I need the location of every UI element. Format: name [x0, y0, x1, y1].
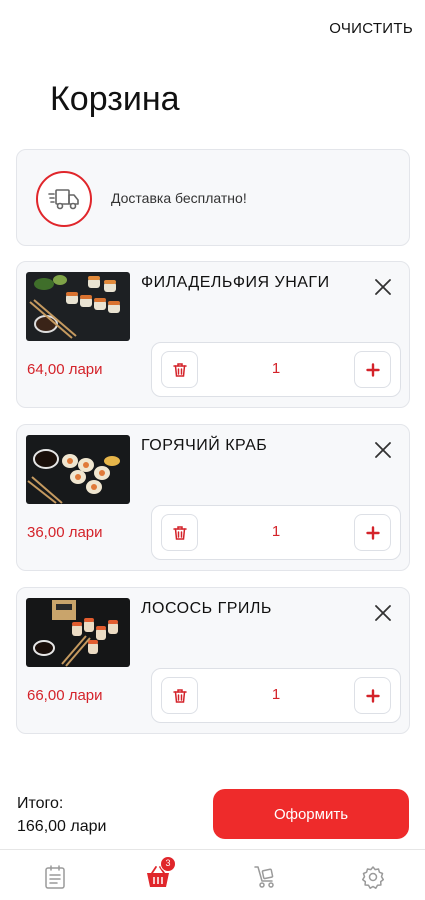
page-title: Корзина [50, 80, 180, 118]
menu-list-icon[interactable] [40, 862, 70, 892]
item-name: ГОРЯЧИЙ КРАБ [141, 437, 268, 454]
cart-item: ЛОСОСЬ ГРИЛЬ 66,00 лари 1 [16, 587, 410, 734]
item-photo [26, 272, 130, 341]
quantity-stepper: 1 [151, 668, 401, 723]
item-name: ЛОСОСЬ ГРИЛЬ [141, 600, 272, 617]
remove-item-icon[interactable] [373, 440, 393, 460]
cart-icon[interactable]: 3 [143, 856, 176, 892]
item-photo [26, 435, 130, 504]
remove-item-icon[interactable] [373, 277, 393, 297]
settings-gear-icon[interactable] [358, 862, 388, 892]
delivery-banner: Доставка бесплатно! [16, 149, 410, 246]
delivery-cart-icon[interactable] [251, 862, 281, 892]
quantity-stepper: 1 [151, 342, 401, 397]
quantity-stepper: 1 [151, 505, 401, 560]
item-photo [26, 598, 130, 667]
item-price: 36,00 лари [27, 524, 103, 541]
clear-cart-button[interactable]: ОЧИСТИТЬ [329, 20, 413, 37]
delivery-truck-icon [36, 171, 92, 227]
cart-count-badge: 3 [160, 856, 176, 872]
delivery-text: Доставка бесплатно! [111, 190, 247, 206]
checkout-button[interactable]: Оформить [213, 789, 409, 839]
total-value: 166,00 лари [17, 818, 107, 835]
cart-item: ГОРЯЧИЙ КРАБ 36,00 лари 1 [16, 424, 410, 571]
plus-icon[interactable] [354, 514, 391, 551]
item-name: ФИЛАДЕЛЬФИЯ УНАГИ [141, 274, 330, 291]
total-label: Итого: [17, 795, 64, 812]
bottom-nav: 3 [0, 849, 425, 900]
remove-item-icon[interactable] [373, 603, 393, 623]
item-price: 66,00 лари [27, 687, 103, 704]
plus-icon[interactable] [354, 351, 391, 388]
item-price: 64,00 лари [27, 361, 103, 378]
cart-item: ФИЛАДЕЛЬФИЯ УНАГИ 64,00 лари 1 [16, 261, 410, 408]
plus-icon[interactable] [354, 677, 391, 714]
